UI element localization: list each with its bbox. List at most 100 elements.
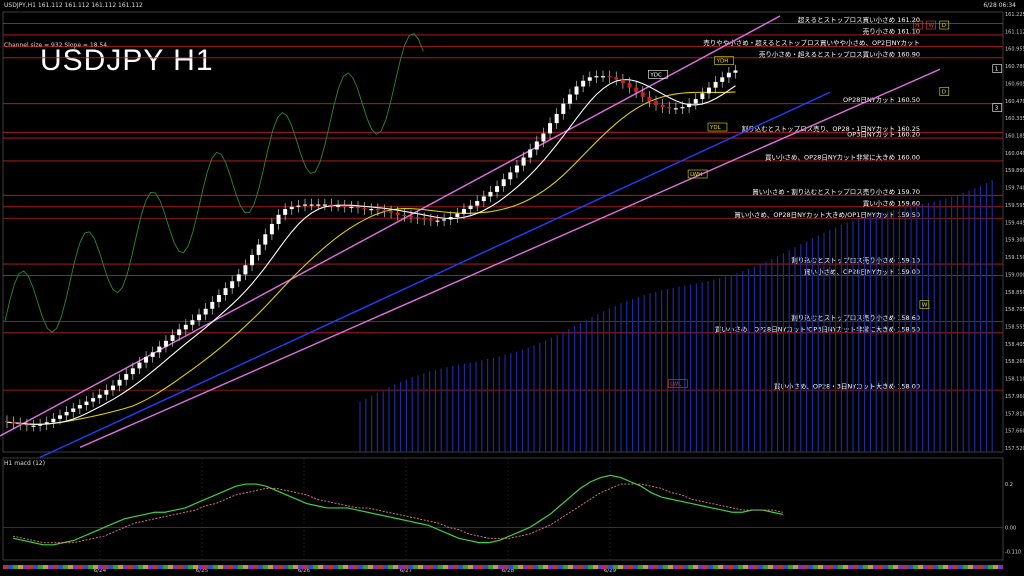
session-strip <box>948 565 953 569</box>
y-tick-label: 158.405 <box>1005 342 1024 348</box>
session-strip <box>538 565 543 569</box>
session-strip <box>103 565 108 569</box>
session-strip <box>163 565 168 569</box>
y-tick-label: 159.595 <box>1005 203 1024 209</box>
candle-body <box>620 79 625 84</box>
session-strip <box>608 565 613 569</box>
candle-body <box>488 191 493 197</box>
candle-body <box>44 422 49 425</box>
session-strip <box>463 565 468 569</box>
macd-main-line <box>12 474 783 546</box>
y-tick-label: 160.040 <box>1005 151 1024 157</box>
session-strip <box>768 565 773 569</box>
session-strip <box>728 565 733 569</box>
session-strip <box>763 565 768 569</box>
candle-body <box>667 107 672 109</box>
session-strip <box>453 565 458 569</box>
session-strip <box>718 565 723 569</box>
price-chart-svg[interactable]: 161.225 161.112 160.955 160.780 160.605 160.4… <box>0 0 1024 576</box>
candle-body <box>263 234 268 245</box>
y-tick-label: 159.890 <box>1005 168 1024 174</box>
session-strip <box>598 565 603 569</box>
session-strip <box>318 565 323 569</box>
price-tag: W <box>929 23 935 29</box>
candle-body <box>408 215 413 218</box>
session-strip <box>913 565 918 569</box>
session-strip <box>98 565 103 569</box>
session-strip <box>183 565 188 569</box>
session-strip <box>438 565 443 569</box>
session-strip <box>198 565 203 569</box>
candle-body <box>501 179 506 187</box>
candle-body <box>481 196 486 202</box>
session-strip <box>338 565 343 569</box>
session-strip <box>593 565 598 569</box>
session-strip <box>578 565 583 569</box>
y-tick-label: 158.850 <box>1005 290 1024 296</box>
session-strip <box>688 565 693 569</box>
candle-body <box>57 415 62 419</box>
candle-body <box>342 205 347 207</box>
session-strip <box>313 565 318 569</box>
session-strip <box>893 565 898 569</box>
y-tick-label: 157.960 <box>1005 394 1024 400</box>
session-strip <box>583 565 588 569</box>
session-strip <box>188 565 193 569</box>
session-strip <box>993 565 998 569</box>
session-strip <box>3 565 8 569</box>
session-strip <box>508 565 513 569</box>
session-strip <box>368 565 373 569</box>
session-strip <box>383 565 388 569</box>
price-tag: W <box>922 303 928 309</box>
candle-body <box>236 274 241 282</box>
candle-body <box>581 80 586 87</box>
session-strip <box>638 565 643 569</box>
session-strip <box>458 565 463 569</box>
session-strip <box>978 565 983 569</box>
macd-y-label: 0.2 <box>1005 482 1013 488</box>
session-strip <box>248 565 253 569</box>
candle-body <box>77 405 82 409</box>
candle-body <box>11 422 16 424</box>
candle-body <box>428 219 433 221</box>
session-strip <box>773 565 778 569</box>
session-strip <box>203 565 208 569</box>
candle-body <box>336 205 341 207</box>
candle-body <box>455 213 460 218</box>
candle-body <box>587 77 592 81</box>
session-strip <box>378 565 383 569</box>
y-tick-label: 159.000 <box>1005 272 1024 278</box>
session-strip <box>63 565 68 569</box>
session-strip <box>663 565 668 569</box>
session-strip <box>208 565 213 569</box>
session-strip <box>193 565 198 569</box>
candle-body <box>170 335 175 341</box>
session-strip <box>423 565 428 569</box>
price-level-label: 買い小さめ、OP28日NYカット/OP3日NYカット非常に大きめ 158.50 <box>715 324 920 333</box>
session-strip <box>758 565 763 569</box>
candle-body <box>687 103 692 108</box>
session-strip <box>723 565 728 569</box>
candle-body <box>508 172 513 180</box>
session-strip <box>48 565 53 569</box>
session-strip <box>243 565 248 569</box>
candle-body <box>382 210 387 212</box>
session-strip <box>828 565 833 569</box>
session-strip <box>53 565 58 569</box>
candle-body <box>514 165 519 173</box>
session-strip <box>113 565 118 569</box>
candle-body <box>468 205 473 210</box>
session-strip <box>223 565 228 569</box>
candle-body <box>534 141 539 150</box>
session-strip <box>553 565 558 569</box>
y-tick-label: 160.955 <box>1005 47 1024 53</box>
session-strip <box>588 565 593 569</box>
candle-body <box>574 86 579 95</box>
y-tick-label: 160.335 <box>1005 116 1024 122</box>
y-tick-label: 160.780 <box>1005 64 1024 70</box>
session-strip <box>343 565 348 569</box>
session-strip <box>888 565 893 569</box>
session-strip <box>73 565 78 569</box>
candle-body <box>223 288 228 296</box>
session-strip <box>933 565 938 569</box>
